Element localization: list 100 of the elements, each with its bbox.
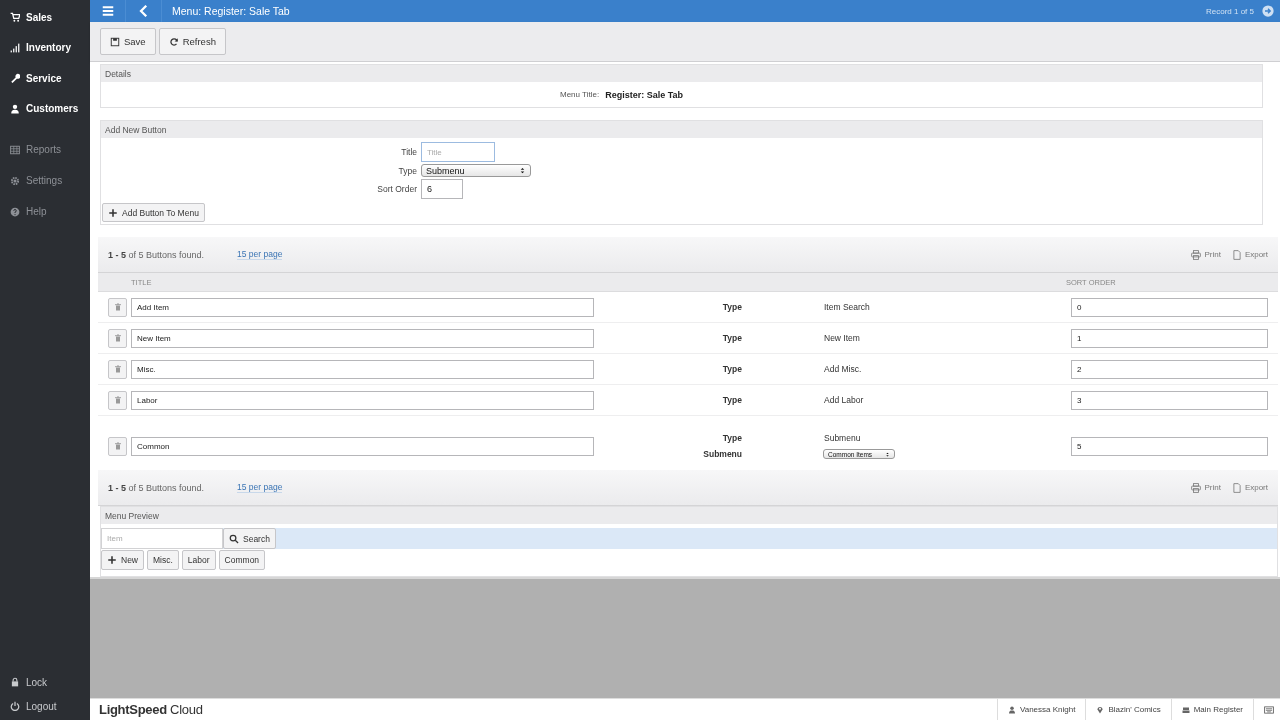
document-icon [1231, 249, 1242, 260]
field-value: Submenu [823, 433, 862, 443]
printer-icon [1191, 482, 1202, 493]
field-value: New Item [823, 333, 861, 343]
document-icon [1231, 482, 1242, 493]
print-link[interactable]: Print [1191, 482, 1221, 493]
field-value: Add Labor [823, 395, 865, 405]
grid-icon [10, 144, 20, 155]
search-field[interactable]: Item [101, 528, 223, 549]
caret-icon [885, 451, 890, 457]
register-icon [1181, 705, 1190, 714]
field-label: Type [721, 364, 743, 374]
record-counter: Record 1 of 5 [1205, 6, 1254, 16]
add-button[interactable]: Add Button To Menu [102, 203, 205, 222]
back-icon [137, 5, 150, 17]
export-link[interactable]: Export [1231, 249, 1268, 260]
sort-order-field[interactable]: 0 [1071, 297, 1268, 317]
caret-icon [519, 167, 526, 174]
field-value: Register: Sale Tab [605, 89, 683, 100]
logo: LightSpeed Cloud [99, 702, 203, 717]
title-field[interactable]: Title [421, 142, 495, 162]
trash-icon [113, 396, 122, 404]
nav-item[interactable]: Reports [0, 134, 61, 165]
nav-item[interactable]: Settings [0, 165, 63, 196]
nav-item[interactable]: Lock [0, 670, 48, 694]
field-value: Item Search [823, 302, 871, 312]
title-field[interactable]: Common [131, 436, 594, 456]
title-field[interactable]: Add Item [131, 297, 594, 317]
menu-item-button[interactable]: New [101, 550, 144, 570]
field-label: Type [721, 333, 743, 343]
field-value: Add Misc. [823, 364, 863, 374]
field-label: Title [400, 147, 417, 157]
save-button[interactable]: Save [100, 28, 156, 55]
nav-item[interactable]: Service [0, 63, 62, 94]
delete-button[interactable] [108, 297, 127, 317]
field-label: Type [721, 433, 743, 443]
search-button[interactable]: Search [223, 528, 276, 549]
user-icon [1007, 705, 1016, 714]
nav-item[interactable]: Sales [0, 2, 53, 33]
cart-icon [10, 12, 20, 23]
type-select[interactable]: Submenu [421, 164, 531, 177]
panel-heading: Details [101, 65, 1262, 82]
settings-icon [10, 175, 20, 186]
trash-icon [113, 334, 122, 342]
sort-order-field[interactable]: 2 [1071, 359, 1268, 379]
nav-item[interactable]: Help [0, 196, 47, 227]
user-link[interactable]: Vanessa Knight [996, 698, 1086, 720]
printer-icon [1191, 249, 1202, 260]
delete-button[interactable] [108, 328, 127, 348]
page-title: Menu: Register: Sale Tab [172, 5, 290, 17]
register-link[interactable]: Main Register [1170, 698, 1253, 720]
refresh-button[interactable]: Refresh [158, 28, 226, 55]
field-label: Menu Title: [560, 90, 600, 99]
plus-icon [107, 555, 117, 565]
field-label: Type [721, 302, 743, 312]
keyboard-icon [1264, 704, 1274, 715]
trash-icon [113, 365, 122, 373]
field-label: Type [721, 395, 743, 405]
menu-item-button[interactable]: Misc. [147, 550, 179, 570]
trash-icon [113, 442, 122, 450]
trash-icon [113, 303, 122, 311]
refresh-icon [168, 36, 179, 47]
sort-order-field[interactable]: 1 [1071, 328, 1268, 348]
arrow-circle-icon [1262, 5, 1274, 17]
nav-item[interactable]: Inventory [0, 32, 71, 63]
bar-chart-icon [10, 42, 20, 53]
result-count: 1 - 5 of 5 Buttons found. [108, 249, 206, 260]
sort-order-field[interactable]: 3 [1071, 390, 1268, 410]
title-field[interactable]: Labor [131, 390, 594, 410]
panel-heading: Add New Button [101, 121, 1262, 138]
wrench-icon [10, 73, 20, 84]
help-icon [10, 206, 20, 217]
user-icon [10, 103, 20, 114]
menu-item-button[interactable]: Labor [181, 550, 216, 570]
nav-item[interactable]: Logout [0, 694, 57, 718]
title-field[interactable]: New Item [131, 328, 594, 348]
power-icon [10, 701, 20, 711]
lock-icon [10, 677, 20, 687]
sort-order-field[interactable]: 5 [1071, 436, 1268, 456]
export-link[interactable]: Export [1231, 482, 1268, 493]
title-field[interactable]: Misc. [131, 359, 594, 379]
panel-heading: Menu Preview [101, 507, 1277, 524]
per-page-link[interactable]: 15 per page [237, 249, 283, 260]
menu-icon [101, 5, 114, 17]
sort-order-field[interactable]: 6 [421, 179, 463, 199]
delete-button[interactable] [108, 359, 127, 379]
field-label: Submenu [702, 449, 743, 459]
delete-button[interactable] [108, 436, 127, 456]
map-pin-icon [1096, 705, 1105, 714]
delete-button[interactable] [108, 390, 127, 410]
nav-item[interactable]: Customers [0, 93, 79, 124]
print-link[interactable]: Print [1191, 249, 1221, 260]
per-page-link[interactable]: 15 per page [237, 482, 283, 493]
field-label: Sort Order [376, 184, 417, 194]
plus-icon [108, 207, 118, 218]
search-icon [229, 533, 239, 544]
result-count: 1 - 5 of 5 Buttons found. [108, 482, 206, 493]
field-label: Type [397, 165, 417, 176]
shop-link[interactable]: Blazin' Comics [1085, 698, 1171, 720]
menu-item-button[interactable]: Common [218, 550, 266, 570]
